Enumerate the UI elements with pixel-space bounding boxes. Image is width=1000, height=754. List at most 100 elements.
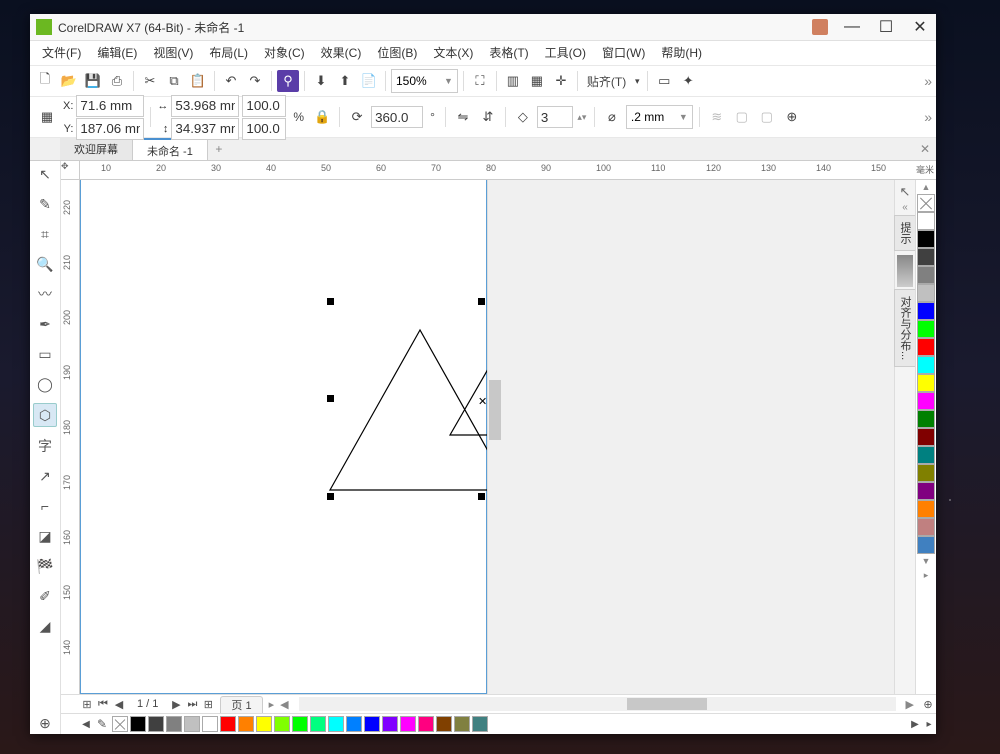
- options-icon[interactable]: ▭: [653, 70, 675, 92]
- mirror-h-icon[interactable]: ⇋: [452, 106, 474, 128]
- page-add-after-icon[interactable]: ⊞: [200, 696, 216, 712]
- show-rulers-icon[interactable]: ▥: [502, 70, 524, 92]
- object-origin-icon[interactable]: ▦: [34, 106, 60, 128]
- search-content-icon[interactable]: ⚲: [277, 70, 299, 92]
- menu-view[interactable]: 视图(V): [145, 41, 201, 65]
- bpal-flyout-icon[interactable]: ▸: [922, 719, 936, 730]
- convert-curves-icon[interactable]: ⊕: [781, 106, 803, 128]
- stepper-icon[interactable]: ▴▾: [576, 106, 588, 128]
- color-swatch[interactable]: [472, 716, 488, 732]
- cut-icon[interactable]: ✂: [139, 70, 161, 92]
- eyedropper-icon[interactable]: ✐: [34, 585, 56, 607]
- crop-tool-icon[interactable]: ⌗: [34, 223, 56, 245]
- color-swatch[interactable]: [917, 266, 935, 284]
- docker-pointer-icon[interactable]: ↖: [900, 184, 911, 200]
- artistic-media-icon[interactable]: ✒: [34, 313, 56, 335]
- palette-scroll-up-icon[interactable]: ▲: [916, 180, 936, 194]
- outline-width-dropdown[interactable]: .2 mm ▼: [626, 105, 693, 129]
- color-swatch[interactable]: [328, 716, 344, 732]
- polygon-tool-icon[interactable]: ⬡: [33, 403, 57, 427]
- mirror-v-icon[interactable]: ⇵: [477, 106, 499, 128]
- snap-chevron-icon[interactable]: ▾: [632, 70, 642, 92]
- hscroll-right-icon[interactable]: ▶: [906, 698, 914, 711]
- x-position-input[interactable]: [76, 95, 144, 117]
- minimize-button[interactable]: —: [842, 17, 862, 37]
- triangle-large[interactable]: [330, 330, 487, 490]
- shape-tool-icon[interactable]: ✎: [34, 193, 56, 215]
- navigator-icon[interactable]: ⊕: [920, 696, 936, 712]
- color-swatch[interactable]: [917, 374, 935, 392]
- handle-s[interactable]: [478, 493, 485, 500]
- color-swatch[interactable]: [364, 716, 380, 732]
- menu-layout[interactable]: 布局(L): [201, 41, 256, 65]
- polygon-sides-input[interactable]: [537, 106, 573, 128]
- publish-pdf-icon[interactable]: 📄: [358, 70, 380, 92]
- transparency-icon[interactable]: 🏁: [34, 555, 56, 577]
- page-last-icon[interactable]: ⏭: [184, 696, 200, 712]
- add-tab-button[interactable]: +: [208, 138, 230, 160]
- color-swatch[interactable]: [917, 500, 935, 518]
- color-swatch[interactable]: [130, 716, 146, 732]
- color-swatch[interactable]: [148, 716, 164, 732]
- app-launcher-icon[interactable]: ✦: [677, 70, 699, 92]
- export-icon[interactable]: ⬆: [334, 70, 356, 92]
- parallel-dim-icon[interactable]: ↗: [34, 465, 56, 487]
- page-prev-icon[interactable]: ◀: [111, 696, 127, 712]
- color-swatch[interactable]: [418, 716, 434, 732]
- save-icon[interactable]: 💾: [82, 70, 104, 92]
- rotation-input[interactable]: [371, 106, 423, 128]
- close-button[interactable]: ✕: [910, 17, 930, 37]
- color-swatch[interactable]: [382, 716, 398, 732]
- pick-tool-icon[interactable]: ↖: [34, 163, 56, 185]
- color-swatch[interactable]: [184, 716, 200, 732]
- toolbox-expand-icon[interactable]: ⊕: [34, 712, 56, 734]
- propbar-overflow-icon[interactable]: »: [924, 109, 932, 125]
- menu-file[interactable]: 文件(F): [34, 41, 89, 65]
- zoom-tool-icon[interactable]: 🔍: [34, 253, 56, 275]
- vertical-scrollbar[interactable]: [487, 180, 895, 694]
- menu-table[interactable]: 表格(T): [481, 41, 536, 65]
- tabstrip-close-icon[interactable]: ✕: [914, 138, 936, 160]
- paste-icon[interactable]: 📋: [187, 70, 209, 92]
- page-add-before-icon[interactable]: ⊞: [79, 696, 95, 712]
- page-tab-overflow-icon[interactable]: ▸: [269, 698, 275, 711]
- color-swatch[interactable]: [917, 212, 935, 230]
- menu-text[interactable]: 文本(X): [425, 41, 481, 65]
- tab-document-1[interactable]: 未命名 -1: [133, 138, 208, 160]
- ruler-origin-icon[interactable]: ✥: [61, 161, 80, 180]
- palette-flyout-icon[interactable]: ▸: [916, 568, 936, 582]
- color-swatch[interactable]: [917, 428, 935, 446]
- color-swatch[interactable]: [238, 716, 254, 732]
- color-swatch[interactable]: [917, 482, 935, 500]
- color-swatch[interactable]: [436, 716, 452, 732]
- color-swatch[interactable]: [310, 716, 326, 732]
- color-swatch[interactable]: [256, 716, 272, 732]
- color-swatch[interactable]: [917, 446, 935, 464]
- lock-ratio-icon[interactable]: 🔒: [311, 106, 333, 128]
- docker-tab-hints[interactable]: 提示: [894, 215, 916, 251]
- freehand-tool-icon[interactable]: 〰: [34, 283, 56, 305]
- interactive-fill-icon[interactable]: ◢: [34, 615, 56, 637]
- menu-window[interactable]: 窗口(W): [594, 41, 653, 65]
- color-swatch[interactable]: [917, 248, 935, 266]
- page-first-icon[interactable]: ⏮: [95, 696, 111, 712]
- color-swatch[interactable]: [454, 716, 470, 732]
- menu-tools[interactable]: 工具(O): [537, 41, 594, 65]
- bpal-no-color[interactable]: [112, 716, 128, 732]
- connector-tool-icon[interactable]: ⌐: [34, 495, 56, 517]
- new-icon[interactable]: 🗋: [34, 70, 56, 92]
- horizontal-scrollbar[interactable]: [299, 697, 896, 711]
- hscroll-left-icon[interactable]: ◀: [280, 698, 288, 711]
- color-swatch[interactable]: [917, 284, 935, 302]
- print-icon[interactable]: ⎙: [106, 70, 128, 92]
- maximize-button[interactable]: ☐: [876, 17, 896, 37]
- menu-help[interactable]: 帮助(H): [653, 41, 710, 65]
- color-swatch[interactable]: [917, 392, 935, 410]
- color-swatch[interactable]: [917, 302, 935, 320]
- docker-collapse-icon[interactable]: «: [902, 202, 908, 213]
- color-swatch[interactable]: [220, 716, 236, 732]
- redo-icon[interactable]: ↷: [244, 70, 266, 92]
- bpal-scroll-right-icon[interactable]: ▶: [908, 719, 922, 730]
- color-swatch[interactable]: [202, 716, 218, 732]
- copy-icon[interactable]: ⧉: [163, 70, 185, 92]
